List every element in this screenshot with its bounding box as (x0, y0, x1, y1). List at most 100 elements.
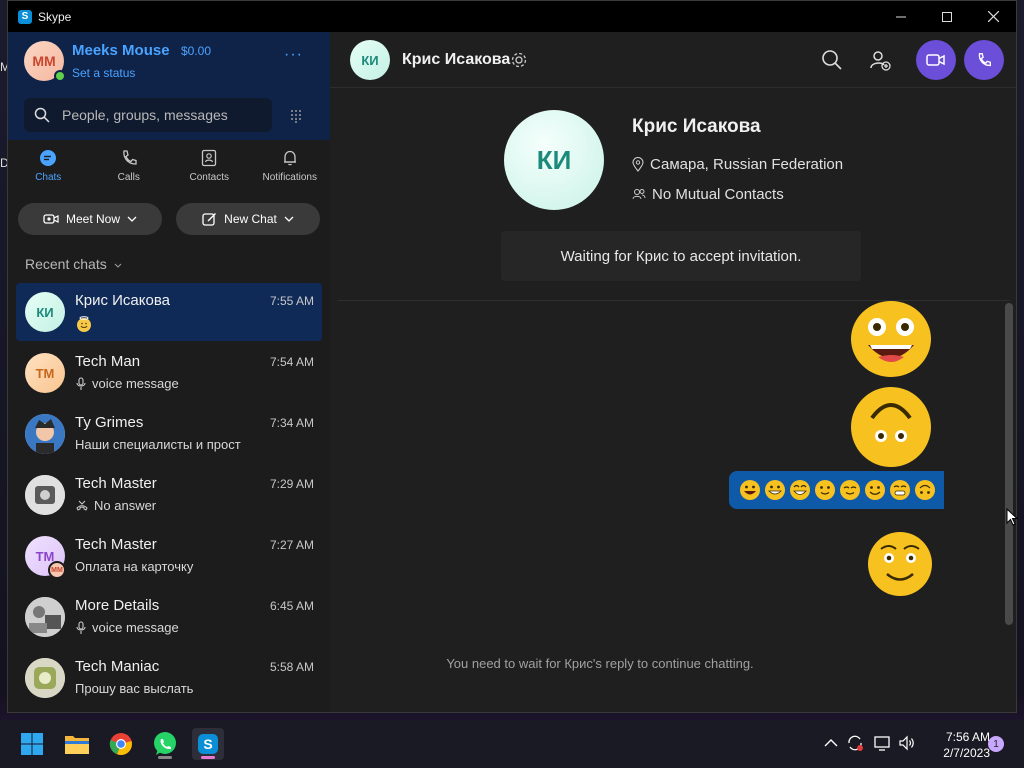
chat-list-item[interactable]: Tech Master 7:29 AM No answer (16, 466, 322, 524)
emoji-message-bubble[interactable] (729, 471, 944, 509)
people-icon (632, 189, 646, 200)
video-meeting-icon (43, 214, 59, 224)
chat-name: More Details (75, 597, 160, 614)
maximize-button[interactable] (924, 1, 970, 32)
chat-preview-text: Прошу вас выслать (75, 681, 194, 696)
add-people-icon[interactable] (868, 48, 892, 72)
gear-icon[interactable] (510, 51, 528, 69)
avatar-photo-icon (25, 658, 65, 698)
search-icon[interactable] (820, 48, 844, 72)
chat-time: 5:58 AM (269, 660, 314, 674)
avatar-photo-icon (25, 597, 65, 637)
windows-start-icon (21, 733, 43, 755)
chat-name: Tech Man (75, 353, 141, 370)
desktop: M D S Skype MM Meeks Mouse $0.00 Set a s… (0, 0, 1024, 768)
contact-avatar-large[interactable]: КИ (504, 110, 604, 210)
network-icon[interactable] (873, 734, 891, 752)
skype-taskbar-button[interactable]: S (192, 728, 224, 760)
chat-preview-text: voice message (92, 376, 179, 391)
avatar (25, 414, 65, 454)
conversation-title[interactable]: Крис Исакова (402, 51, 510, 69)
contact-mutual: No Mutual Contacts (632, 186, 784, 203)
meet-now-button[interactable]: Meet Now (18, 203, 162, 235)
scrollbar-thumb[interactable] (1005, 303, 1013, 625)
file-explorer-taskbar-button[interactable] (61, 728, 93, 760)
chevron-down-icon (127, 216, 137, 222)
upside-down-emoji-icon[interactable] (850, 386, 932, 468)
chat-list-item[interactable]: КИ Крис Исакова 7:55 AM (16, 283, 322, 341)
phone-icon (978, 53, 991, 67)
set-status-link[interactable]: Set a status (72, 66, 135, 80)
chat-time: 7:27 AM (269, 538, 314, 552)
search-input[interactable] (62, 107, 262, 123)
avatar[interactable]: КИ (350, 40, 390, 80)
taskbar: S 7:56 AM 2/7/2023 (0, 720, 1024, 768)
tab-contacts[interactable]: Contacts (169, 148, 250, 198)
bell-icon (283, 150, 296, 166)
tab-calls[interactable]: Calls (89, 148, 170, 198)
sidebar: MM Meeks Mouse $0.00 Set a status ··· Pe… (8, 32, 331, 712)
chat-list-item[interactable]: Tech Maniac 5:58 AM Прошу вас выслать (16, 649, 322, 707)
chat-time: 7:29 AM (269, 477, 314, 491)
sync-icon[interactable] (846, 734, 864, 752)
chat-icon (40, 150, 57, 166)
search-box[interactable] (24, 98, 272, 132)
chat-preview: voice message (75, 376, 179, 391)
chat-preview: Оплата на карточку (75, 559, 193, 574)
active-indicator (201, 756, 215, 759)
recent-chats-header[interactable]: Recent chats (25, 256, 122, 272)
volume-icon[interactable] (898, 734, 916, 752)
invitation-status-banner: Waiting for Крис to accept invitation. (501, 231, 861, 281)
close-button[interactable] (970, 1, 1016, 32)
minimize-button[interactable] (878, 1, 924, 32)
contact-location: Самара, Russian Federation (632, 156, 843, 173)
clock-date: 2/7/2023 (943, 746, 990, 760)
system-clock[interactable]: 7:56 AM 2/7/2023 (922, 729, 990, 761)
avatar-photo-icon (25, 475, 65, 515)
new-chat-button[interactable]: New Chat (176, 203, 320, 235)
video-call-button[interactable] (916, 40, 956, 80)
tab-chats[interactable]: Chats (8, 148, 89, 198)
skype-credit[interactable]: $0.00 (181, 44, 211, 58)
maximize-icon (942, 11, 952, 22)
audio-call-button[interactable] (964, 40, 1004, 80)
conversation-panel: КИ Крис Исакова КИ Крис Исакова Самара, … (330, 32, 1016, 712)
whatsapp-taskbar-button[interactable] (149, 728, 181, 760)
more-options-button[interactable]: ··· (284, 46, 303, 64)
relieved-emoji-icon[interactable] (867, 531, 933, 597)
conversation-header: КИ Крис Исакова (330, 32, 1016, 88)
tab-contacts-label: Contacts (189, 172, 229, 183)
file-explorer-icon (65, 736, 89, 754)
chevron-up-icon[interactable] (822, 734, 840, 752)
tab-notifications[interactable]: Notifications (250, 148, 331, 198)
profile-area: MM Meeks Mouse $0.00 Set a status ··· (8, 32, 330, 140)
chat-list-item[interactable]: More Details 6:45 AM voice message (16, 588, 322, 646)
title-bar[interactable]: S Skype (8, 1, 1016, 32)
dialpad-button[interactable] (284, 104, 308, 128)
skype-icon: S (198, 734, 218, 754)
chrome-taskbar-button[interactable] (105, 728, 137, 760)
avatar (25, 475, 65, 515)
chat-list-item[interactable]: TM MM Tech Master 7:27 AM Оплата на карт… (16, 527, 322, 585)
minimize-icon (896, 16, 906, 17)
chat-list-item[interactable]: Ty Grimes 7:34 AM Наши специалисты и про… (16, 405, 322, 463)
clock-time: 7:56 AM (945, 730, 990, 744)
smile-emoji-icon (865, 480, 885, 500)
start-button[interactable] (16, 728, 48, 760)
whatsapp-icon (154, 732, 176, 755)
online-status-dot (54, 70, 66, 82)
chat-time: 6:45 AM (269, 599, 314, 613)
chrome-icon (109, 733, 132, 756)
contact-location-text: Самара, Russian Federation (650, 156, 844, 173)
chevron-down-icon (114, 263, 121, 268)
avatar (25, 597, 65, 637)
grinning-emoji-icon (740, 480, 760, 500)
chat-list-item[interactable]: TM Tech Man 7:54 AM voice message (16, 344, 322, 402)
skype-logo-icon: S (18, 9, 32, 24)
grinning-emoji-icon[interactable] (850, 301, 932, 377)
message-scrollbar[interactable] (1004, 301, 1014, 626)
notification-count-badge[interactable]: 1 (988, 736, 1004, 752)
chat-time: 7:34 AM (269, 416, 314, 430)
profile-name[interactable]: Meeks Mouse (72, 42, 170, 59)
tab-notifications-label: Notifications (262, 172, 317, 183)
